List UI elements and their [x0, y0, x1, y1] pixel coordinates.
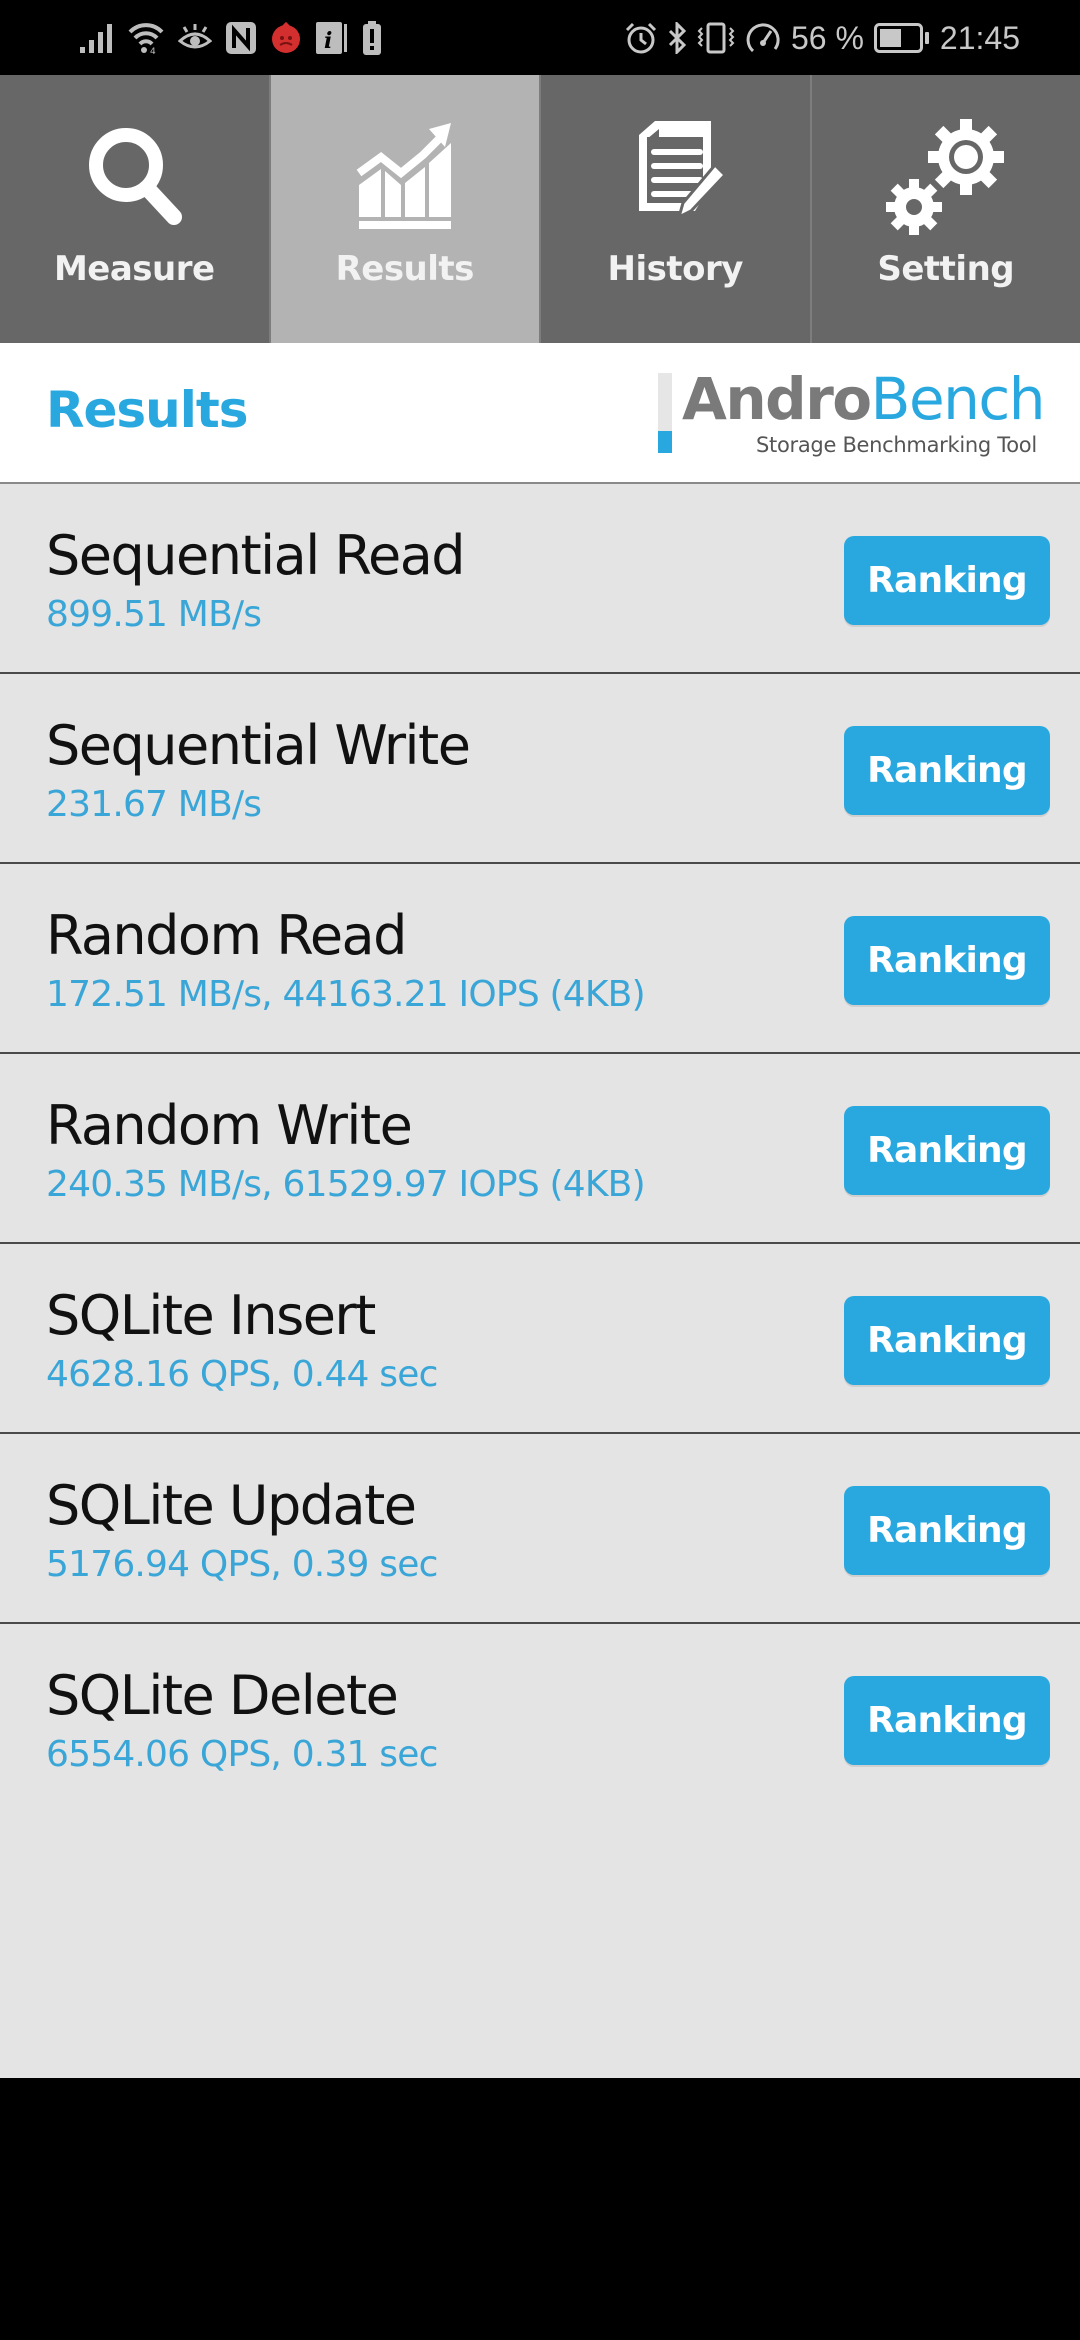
- tab-label: History: [607, 249, 744, 289]
- navigation-bar-area: [0, 2078, 1080, 2340]
- results-list: Sequential Read 899.51 MB/s Ranking Sequ…: [0, 484, 1080, 2078]
- result-value: 231.67 MB/s: [46, 784, 262, 825]
- result-value: 899.51 MB/s: [46, 594, 262, 635]
- logo-bench: Bench: [870, 365, 1046, 433]
- alarm-icon: [625, 22, 657, 54]
- result-title: Random Write: [46, 1094, 413, 1157]
- gears-icon: [885, 115, 1006, 235]
- status-bar: 4 i 56 % 21:45: [0, 0, 1080, 75]
- signal-icon: [80, 23, 114, 53]
- result-title: Sequential Write: [46, 714, 471, 777]
- info-notification-icon: i: [316, 22, 348, 54]
- result-title: SQLite Insert: [46, 1284, 376, 1347]
- result-row-random-read: Random Read 172.51 MB/s, 44163.21 IOPS (…: [0, 864, 1080, 1054]
- chart-icon: [345, 115, 465, 235]
- result-value: 5176.94 QPS, 0.39 sec: [46, 1544, 438, 1585]
- result-row-random-write: Random Write 240.35 MB/s, 61529.97 IOPS …: [0, 1054, 1080, 1244]
- tab-label: Setting: [877, 249, 1015, 289]
- ranking-button[interactable]: Ranking: [844, 916, 1050, 1005]
- ranking-button[interactable]: Ranking: [844, 536, 1050, 625]
- clock: 21:45: [939, 19, 1020, 56]
- antutu-icon: [270, 22, 302, 54]
- tab-history[interactable]: History: [541, 75, 812, 343]
- vibrate-icon: [697, 22, 735, 54]
- result-value: 172.51 MB/s, 44163.21 IOPS (4KB): [46, 974, 646, 1015]
- search-icon: [74, 115, 194, 235]
- tab-label: Results: [335, 249, 475, 289]
- result-row-sequential-write: Sequential Write 231.67 MB/s Ranking: [0, 674, 1080, 864]
- ranking-button[interactable]: Ranking: [844, 1486, 1050, 1575]
- logo-bar-bottom: [658, 431, 672, 453]
- page-header: Results AndroBench Storage Benchmarking …: [0, 343, 1080, 484]
- page-title: Results: [46, 381, 249, 439]
- androbench-logo: AndroBench Storage Benchmarking Tool: [658, 365, 1058, 463]
- tab-measure[interactable]: Measure: [0, 75, 271, 343]
- document-edit-icon: [615, 115, 735, 235]
- status-bar-right: 56 % 21:45: [625, 14, 1020, 62]
- result-row-sqlite-delete: SQLite Delete 6554.06 QPS, 0.31 sec Rank…: [0, 1624, 1080, 1814]
- bluetooth-icon: [667, 22, 687, 54]
- eye-comfort-icon: [178, 23, 212, 53]
- tab-results[interactable]: Results: [270, 75, 541, 343]
- ranking-button[interactable]: Ranking: [844, 1676, 1050, 1765]
- tab-label: Measure: [53, 249, 215, 289]
- battery-alert-icon: [362, 21, 382, 55]
- result-title: SQLite Update: [46, 1474, 417, 1537]
- battery-icon: [873, 23, 930, 53]
- result-value: 4628.16 QPS, 0.44 sec: [46, 1354, 438, 1395]
- ranking-button[interactable]: Ranking: [844, 726, 1050, 815]
- speedometer-icon: [745, 21, 781, 55]
- tab-setting[interactable]: Setting: [811, 75, 1080, 343]
- ranking-button[interactable]: Ranking: [844, 1106, 1050, 1195]
- wifi-icon: 4: [128, 22, 164, 54]
- top-navigation: Measure Results History Setting: [0, 75, 1080, 343]
- svg-text:i: i: [324, 28, 332, 54]
- result-title: Random Read: [46, 904, 407, 967]
- ranking-button[interactable]: Ranking: [844, 1296, 1050, 1385]
- result-title: Sequential Read: [46, 524, 466, 587]
- result-value: 6554.06 QPS, 0.31 sec: [46, 1734, 438, 1775]
- logo-name: AndroBench: [682, 365, 1046, 433]
- nfc-icon: [226, 22, 256, 54]
- battery-percent: 56 %: [790, 19, 864, 56]
- result-row-sqlite-insert: SQLite Insert 4628.16 QPS, 0.44 sec Rank…: [0, 1244, 1080, 1434]
- logo-andro: Andro: [682, 365, 872, 433]
- result-row-sequential-read: Sequential Read 899.51 MB/s Ranking: [0, 484, 1080, 674]
- logo-tagline: Storage Benchmarking Tool: [756, 433, 1037, 457]
- svg-text:4: 4: [150, 47, 156, 54]
- result-value: 240.35 MB/s, 61529.97 IOPS (4KB): [46, 1164, 646, 1205]
- logo-bar-top: [658, 373, 672, 431]
- status-bar-left: 4 i: [80, 18, 382, 58]
- result-title: SQLite Delete: [46, 1664, 399, 1727]
- result-row-sqlite-update: SQLite Update 5176.94 QPS, 0.39 sec Rank…: [0, 1434, 1080, 1624]
